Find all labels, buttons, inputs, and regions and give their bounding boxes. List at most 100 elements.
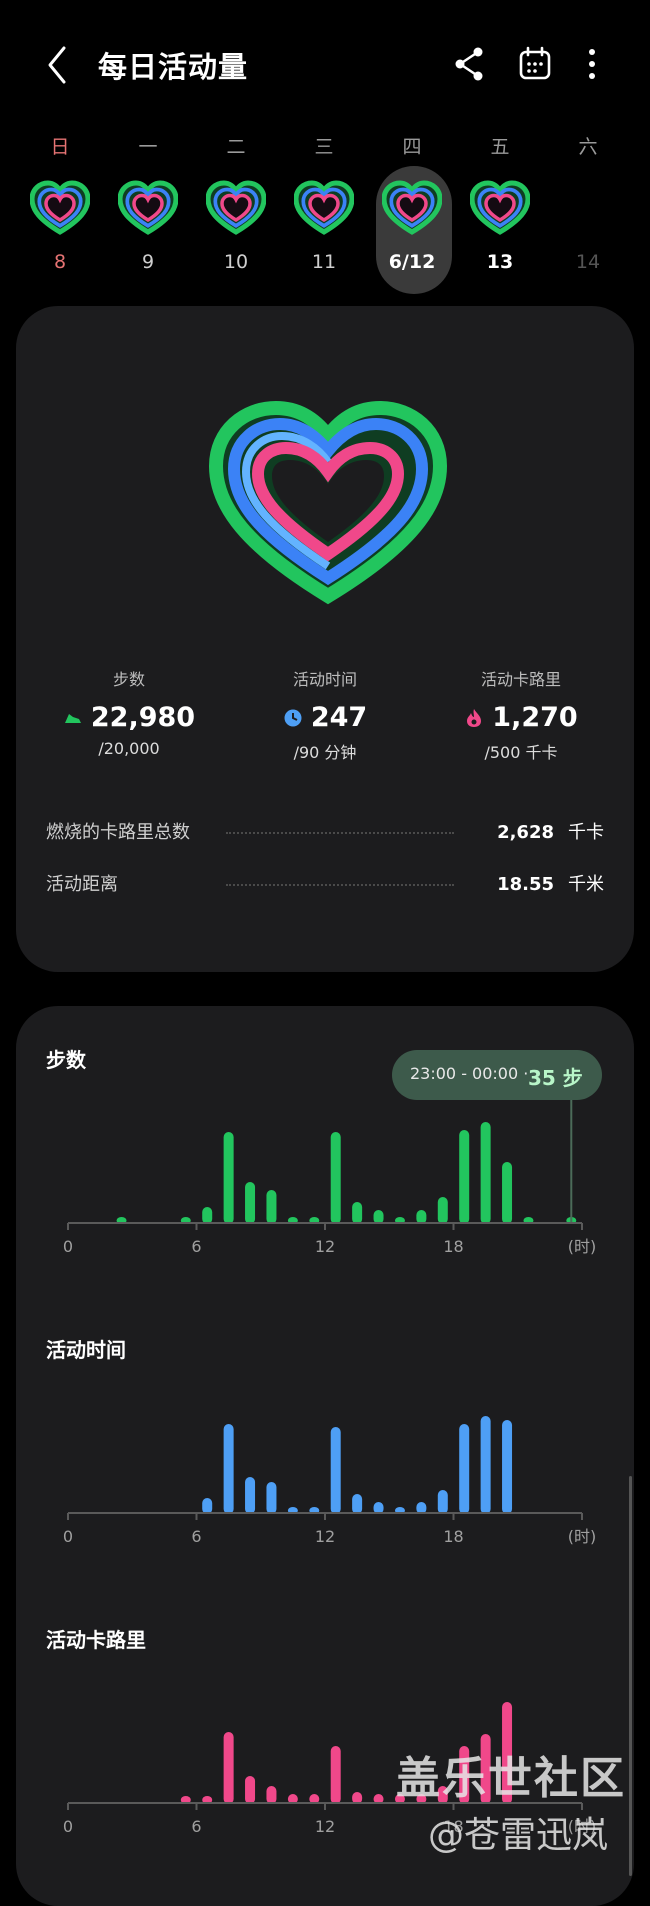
x-tick-label: 6 (191, 1817, 201, 1836)
bar-hour-9[interactable] (266, 1482, 277, 1514)
day-1[interactable]: 一9 (104, 130, 192, 300)
dotted-leader (226, 884, 454, 886)
scrollbar[interactable] (629, 1476, 632, 1876)
calendar-icon[interactable] (515, 44, 555, 84)
more-vertical-icon[interactable] (572, 44, 612, 84)
active-time-value: 247 (310, 702, 368, 733)
page-title: 每日活动量 (98, 50, 249, 84)
bar-hour-20[interactable] (502, 1420, 513, 1514)
bar-hour-16[interactable] (416, 1210, 427, 1224)
bar-hour-20[interactable] (502, 1162, 513, 1224)
distance-unit: 千米 (568, 874, 604, 895)
bar-hour-8[interactable] (245, 1477, 256, 1514)
tooltip-value: 35 步 (528, 1066, 583, 1090)
day-date: 8 (53, 251, 67, 273)
active-time-goal: /90 分钟 (293, 743, 357, 762)
bar-hour-9[interactable] (266, 1190, 277, 1224)
x-unit-label: (时) (568, 1237, 597, 1256)
x-tick-label: 0 (63, 1527, 73, 1546)
bar-hour-18[interactable] (459, 1130, 470, 1224)
steps-goal: /20,000 (98, 739, 160, 758)
bar-hour-12[interactable] (330, 1746, 341, 1804)
day-5[interactable]: 五 13 (456, 130, 544, 300)
watermark-title: 盖乐世社区 (396, 1753, 626, 1804)
day-name: 一 (138, 136, 158, 158)
steps-hourly-chart[interactable]: 0 6 12 18 (时) (16, 1092, 634, 1262)
day-rings-icon (470, 180, 530, 235)
bar-hour-19[interactable] (480, 1122, 491, 1224)
active-calories-stat: 活动卡路里 1,270 /500 千卡 (418, 666, 624, 763)
distance-label: 活动距离 (46, 874, 118, 895)
x-tick-label: 12 (315, 1237, 335, 1256)
x-tick-label: 18 (443, 1237, 463, 1256)
x-tick-label: 12 (315, 1527, 335, 1546)
activity-summary-card: 步数 22,980 /20,000 活动时间 247 /90 分钟 活动卡路里 … (16, 306, 634, 972)
day-rings-icon (206, 180, 266, 235)
day-3[interactable]: 三 11 (280, 130, 368, 300)
clock-icon (284, 709, 302, 726)
day-date: 14 (575, 251, 601, 273)
steps-stat: 步数 22,980 /20,000 (26, 666, 232, 758)
total-calories-row: 燃烧的卡路里总数 2,628 千卡 (46, 818, 604, 848)
bar-hour-14[interactable] (373, 1210, 384, 1224)
steps-label: 步数 (112, 670, 145, 689)
total-calories-value: 2,628 (497, 822, 554, 843)
day-name: 六 (578, 136, 598, 158)
active-calories-chart-title: 活动卡路里 (46, 1628, 146, 1652)
bar-hour-6[interactable] (202, 1207, 213, 1224)
bar-hour-7[interactable] (223, 1732, 234, 1804)
top-app-bar: 每日活动量 (0, 0, 650, 130)
bar-hour-9[interactable] (266, 1786, 277, 1804)
day-4[interactable]: 四 6/12 (368, 130, 456, 300)
bar-hour-18[interactable] (459, 1424, 470, 1514)
active-calories-label: 活动卡路里 (480, 670, 561, 689)
day-name: 三 (314, 136, 334, 158)
chart-tooltip: 23:00 - 00:00 · 35 步 (392, 1050, 602, 1100)
bar-hour-8[interactable] (245, 1776, 256, 1804)
share-icon[interactable] (450, 44, 490, 84)
bar-hour-7[interactable] (223, 1424, 234, 1514)
x-tick-label: 6 (191, 1527, 201, 1546)
bar-hour-13[interactable] (352, 1202, 363, 1224)
bar-hour-12[interactable] (330, 1132, 341, 1224)
active-time-label: 活动时间 (292, 670, 357, 689)
day-date: 10 (223, 251, 249, 273)
flame-icon (467, 708, 482, 727)
active-time-chart-title: 活动时间 (46, 1338, 126, 1362)
x-tick-label: 18 (443, 1527, 463, 1546)
bar-hour-17[interactable] (437, 1490, 448, 1514)
bar-hour-7[interactable] (223, 1132, 234, 1224)
day-name: 日 (50, 136, 70, 158)
shoe-icon (64, 713, 81, 723)
bar-hour-8[interactable] (245, 1182, 256, 1224)
total-calories-label: 燃烧的卡路里总数 (46, 822, 190, 843)
bar-hour-6[interactable] (202, 1498, 213, 1514)
bar-hour-13[interactable] (352, 1494, 363, 1514)
day-date: 13 (486, 251, 514, 273)
day-date: 6/12 (388, 251, 436, 273)
activity-rings-heart-icon (208, 400, 448, 605)
x-tick-label: 0 (63, 1237, 73, 1256)
x-unit-label: (时) (568, 1527, 597, 1546)
day-rings-icon (118, 180, 178, 235)
total-calories-unit: 千卡 (568, 822, 604, 843)
bar-hour-12[interactable] (330, 1427, 341, 1514)
watermark-author: @苍雷迅岚 (428, 1815, 609, 1856)
day-date: 9 (141, 251, 155, 273)
day-2[interactable]: 二 10 (192, 130, 280, 300)
active-calories-value: 1,270 (492, 702, 578, 733)
bar-hour-19[interactable] (480, 1416, 491, 1514)
day-name: 四 (402, 136, 422, 158)
day-rings-icon (30, 180, 90, 235)
day-0[interactable]: 日8 (16, 130, 104, 300)
active-time-stat: 活动时间 247 /90 分钟 (222, 666, 428, 763)
bar-hour-17[interactable] (437, 1197, 448, 1224)
day-name: 二 (226, 136, 246, 158)
active-calories-goal: /500 千卡 (484, 743, 558, 762)
back-arrow-icon[interactable] (40, 40, 76, 90)
distance-value: 18.55 (497, 874, 554, 895)
active-time-hourly-chart[interactable]: 0 6 12 18 (时) (16, 1382, 634, 1552)
day-6[interactable]: 六 14 (544, 130, 632, 300)
tooltip-time: 23:00 - 00:00 · (410, 1064, 529, 1083)
day-rings-icon (382, 180, 442, 235)
